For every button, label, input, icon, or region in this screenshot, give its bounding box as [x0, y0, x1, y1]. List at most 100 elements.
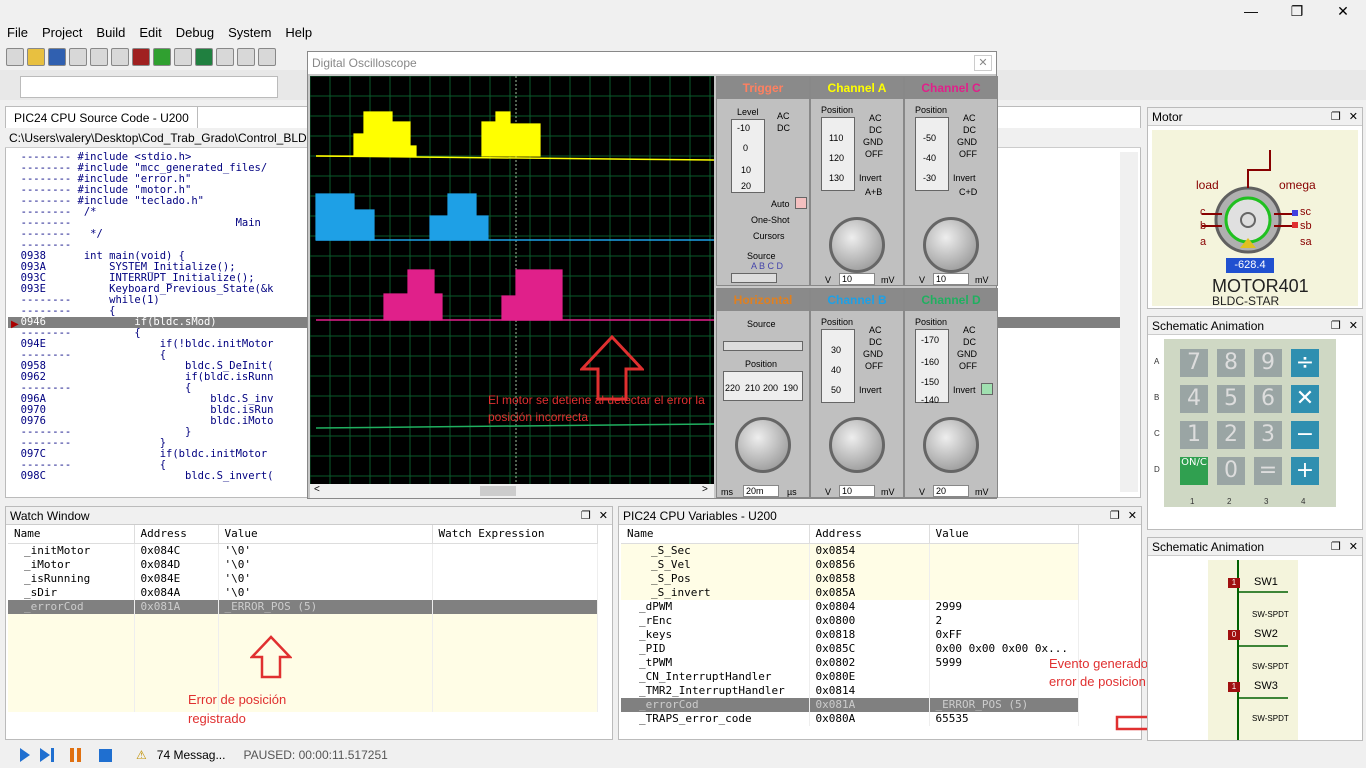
channel-a-knob[interactable] [829, 217, 885, 273]
auto-toggle[interactable] [795, 197, 807, 209]
menu-build[interactable]: Build [89, 22, 132, 43]
keypad-key[interactable]: ÷ [1291, 349, 1319, 377]
restore-button[interactable]: ❐ [1274, 0, 1320, 22]
menu-help[interactable]: Help [278, 22, 319, 43]
pin-icon[interactable]: ❐ [1331, 540, 1341, 553]
trigger-source-slider[interactable] [731, 273, 777, 283]
keypad-key[interactable]: 8 [1217, 349, 1245, 377]
watch-row[interactable]: _errorCod 0x081A _ERROR_POS (5) [8, 599, 598, 614]
bom-icon[interactable] [216, 48, 234, 66]
chip-icon[interactable] [132, 48, 150, 66]
keypad-key[interactable]: 9 [1254, 349, 1282, 377]
pcb-icon[interactable] [153, 48, 171, 66]
watch-row[interactable]: _sDir 0x084A '\0' [8, 585, 598, 600]
pause-icon[interactable] [70, 748, 81, 762]
cpu-variable-row[interactable]: _errorCod 0x081A _ERROR_POS (5) [621, 697, 1079, 712]
cpu-variable-row[interactable]: _CN_InterruptHandler 0x080E [621, 669, 1079, 684]
keypad-key[interactable]: = [1254, 457, 1282, 485]
keypad-key[interactable]: 1 [1180, 421, 1208, 449]
keypad-key[interactable]: 4 [1180, 385, 1208, 413]
cpu-variable-row[interactable]: _S_invert 0x085A [621, 585, 1079, 600]
cpu-variable-row[interactable]: _tPWM 0x0802 5999 [621, 655, 1079, 670]
keypad-key[interactable]: 3 [1254, 421, 1282, 449]
step-icon[interactable] [40, 748, 54, 762]
close-icon[interactable]: ✕ [1349, 540, 1358, 553]
keypad-key[interactable]: ON/C [1180, 457, 1208, 485]
keypad-key[interactable]: 2 [1217, 421, 1245, 449]
horizontal-knob[interactable] [735, 417, 791, 473]
cpu-variable-row[interactable]: _keys 0x0818 0xFF [621, 627, 1079, 642]
watch-row[interactable]: _isRunning 0x084E '\0' [8, 571, 598, 586]
channel-c-knob[interactable] [923, 217, 979, 273]
notes-icon[interactable] [237, 48, 255, 66]
empty-row [8, 641, 598, 656]
menu-system[interactable]: System [221, 22, 278, 43]
play-icon[interactable] [20, 748, 30, 762]
home-icon[interactable] [90, 48, 108, 66]
menu-edit[interactable]: Edit [132, 22, 168, 43]
cpu-variable-row[interactable]: _rEnc 0x0800 2 [621, 613, 1079, 628]
stop-icon[interactable] [99, 748, 112, 762]
close-icon[interactable]: ✕ [599, 509, 608, 522]
keypad-key[interactable]: + [1291, 457, 1319, 485]
watch-row[interactable]: _iMotor 0x084D '\0' [8, 557, 598, 572]
pin-icon[interactable]: ❐ [1331, 110, 1341, 123]
messages-count[interactable]: 74 Messag... [157, 748, 226, 762]
channel-d-volts[interactable]: 20 [933, 485, 969, 497]
pin-icon[interactable]: ❐ [1331, 319, 1341, 332]
channel-c-volts[interactable]: 10 [933, 273, 969, 285]
keypad-key[interactable]: 7 [1180, 349, 1208, 377]
minimize-button[interactable]: — [1228, 0, 1274, 22]
menu-debug[interactable]: Debug [169, 22, 221, 43]
keypad-key[interactable]: 5 [1217, 385, 1245, 413]
channel-d-knob[interactable] [923, 417, 979, 473]
horizontal-source-slider[interactable] [723, 341, 803, 351]
close-icon[interactable]: ✕ [1349, 319, 1358, 332]
cpu-variable-row[interactable]: _S_Sec 0x0854 [621, 543, 1079, 558]
cpu-variable-row[interactable]: _TMR2_InterruptHandler 0x0814 [621, 683, 1079, 698]
channel-b-knob[interactable] [829, 417, 885, 473]
osc-close-button[interactable]: ✕ [974, 55, 992, 71]
pin-icon[interactable]: ❐ [581, 509, 591, 522]
doc-icon[interactable] [258, 48, 276, 66]
cpu-variable-row[interactable]: _dPWM 0x0804 2999 [621, 599, 1079, 614]
cpu-variable-row[interactable]: _TRAPS_error_code 0x080A 65535 [621, 711, 1079, 726]
trigger-oneshot[interactable]: One-Shot [751, 215, 790, 225]
watch-row[interactable]: _initMotor 0x084C '\0' [8, 543, 598, 558]
channel-a-volts[interactable]: 10 [839, 273, 875, 285]
gerber-icon[interactable] [174, 48, 192, 66]
cpu-variable-cell: 0xFF [929, 627, 1079, 642]
keypad-key[interactable]: ✕ [1291, 385, 1319, 413]
toolbar-combo[interactable] [20, 76, 278, 98]
open-folder-icon[interactable] [27, 48, 45, 66]
switch-state[interactable]: 1 [1228, 578, 1240, 588]
keypad-key[interactable]: 0 [1217, 457, 1245, 485]
save-icon[interactable] [48, 48, 66, 66]
digital-oscilloscope-window[interactable]: Digital Oscilloscope ✕ El motor se detie… [307, 51, 998, 499]
new-file-icon[interactable] [6, 48, 24, 66]
close-button[interactable]: ✕ [1320, 0, 1366, 22]
close-icon[interactable]: ✕ [1349, 110, 1358, 123]
source-tab[interactable]: PIC24 CPU Source Code - U200 [5, 106, 198, 128]
cpu-variable-row[interactable]: _PID 0x085C 0x00 0x00 0x00 0x... [621, 641, 1079, 656]
switch-state[interactable]: 0 [1228, 630, 1240, 640]
menu-file[interactable]: File [0, 22, 35, 43]
close-icon[interactable]: ✕ [1128, 509, 1137, 522]
cpu-variable-row[interactable]: _S_Vel 0x0856 [621, 557, 1079, 572]
cpu-icon[interactable] [195, 48, 213, 66]
trigger-auto[interactable]: Auto [771, 199, 790, 209]
keypad-key[interactable]: − [1291, 421, 1319, 449]
import-icon[interactable] [69, 48, 87, 66]
keypad-key[interactable]: 6 [1254, 385, 1282, 413]
trigger-cursors[interactable]: Cursors [753, 231, 785, 241]
pin-icon[interactable]: ❐ [1110, 509, 1120, 522]
menu-project[interactable]: Project [35, 22, 89, 43]
cpu-variable-row[interactable]: _S_Pos 0x0858 [621, 571, 1079, 586]
channel-b-volts[interactable]: 10 [839, 485, 875, 497]
osc-scrollbar[interactable]: < > [310, 484, 714, 498]
switch-state[interactable]: 1 [1228, 682, 1240, 692]
horizontal-timebase[interactable]: 20m [743, 485, 779, 497]
channel-d-invert-toggle[interactable] [981, 383, 993, 395]
source-scrollbar[interactable] [1120, 152, 1138, 492]
schematic-icon[interactable] [111, 48, 129, 66]
